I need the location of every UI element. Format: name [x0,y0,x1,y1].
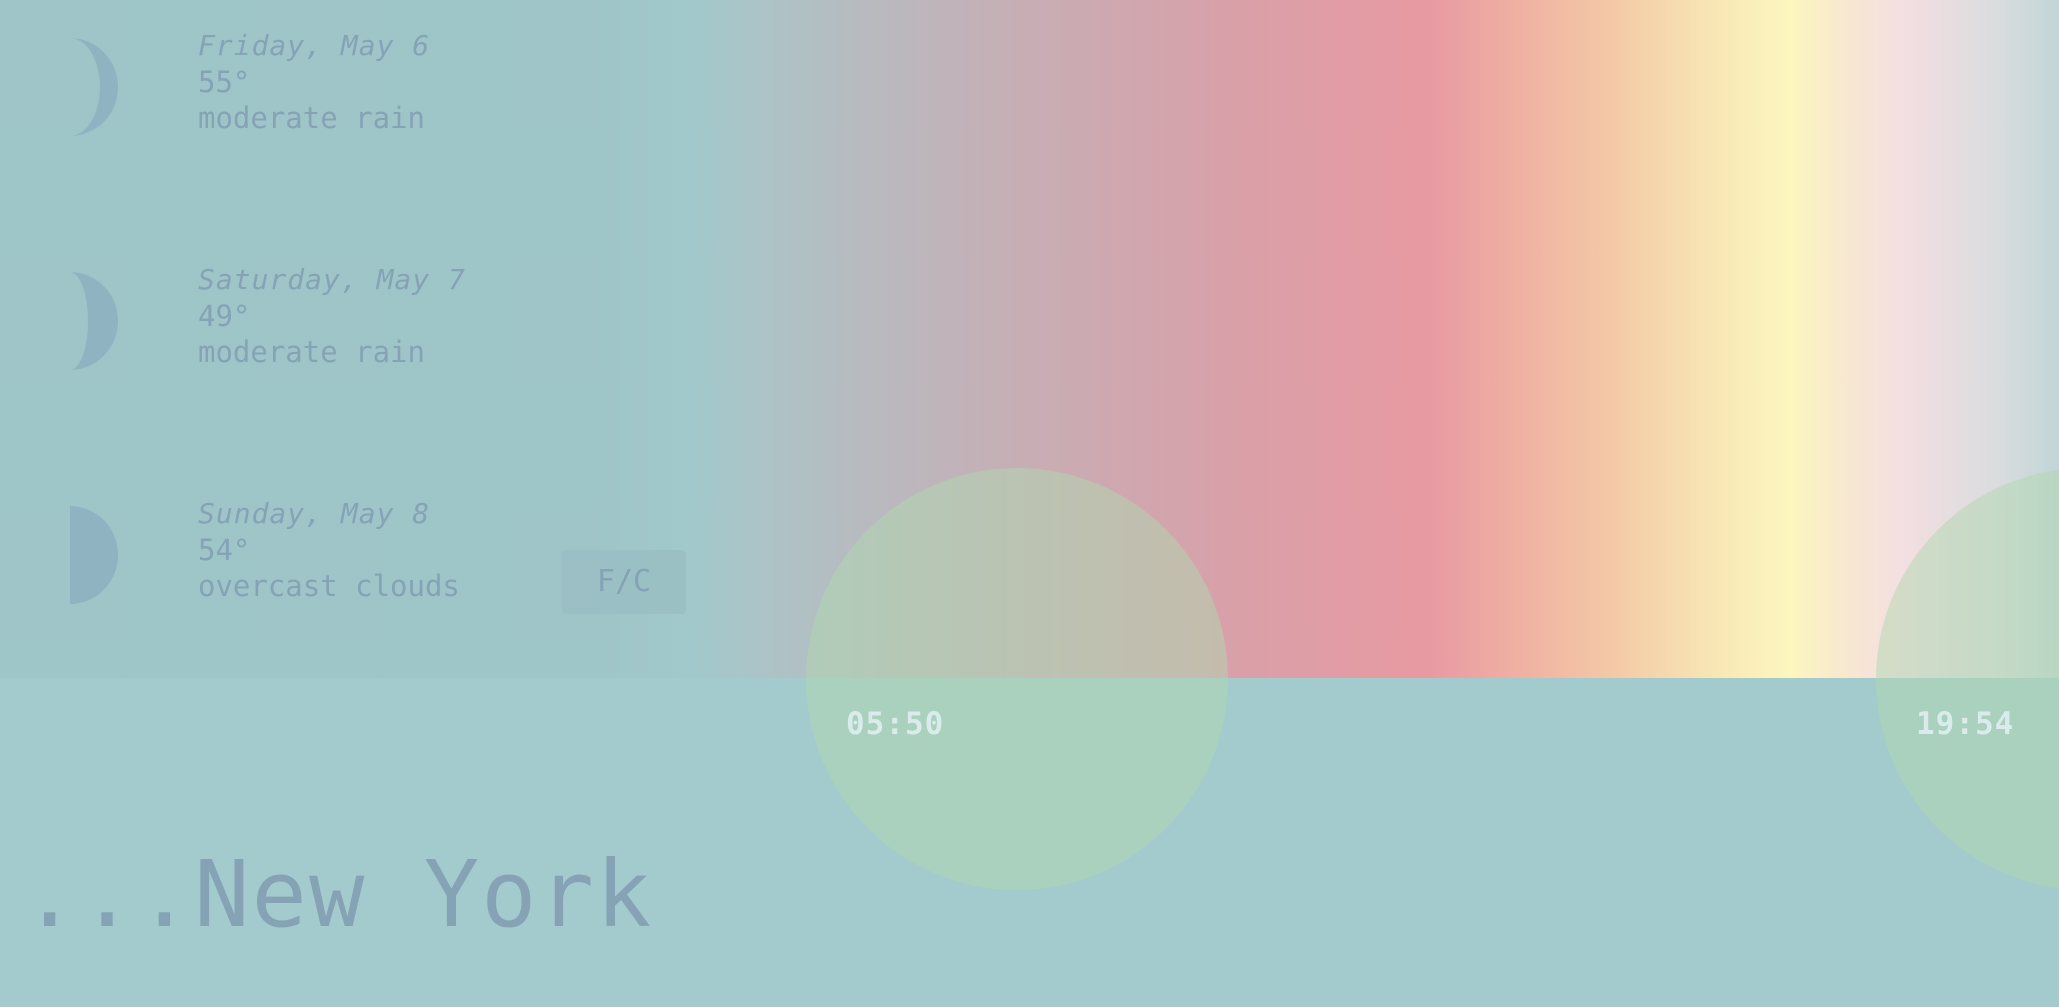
forecast-condition: moderate rain [198,101,425,135]
moon-half-icon [70,506,118,604]
forecast-date: Saturday, May 7 [198,263,466,296]
forecast-date: Friday, May 6 [198,29,431,62]
forecast-condition: overcast clouds [198,569,460,603]
location-title: ...New York [22,841,654,948]
forecast-condition: moderate rain [198,335,425,369]
weather-app: Friday, May 6 55° moderate rain Saturday… [0,0,2059,1007]
forecast-day-2: Saturday, May 7 49° moderate rain [0,262,700,402]
forecast-temp: 55° [198,65,251,99]
forecast-day-1: Friday, May 6 55° moderate rain [0,28,700,168]
sunrise-circle [806,468,1228,890]
moon-crescent-icon [70,272,118,370]
unit-toggle-button[interactable]: F/C [562,550,686,614]
forecast-temp: 54° [198,533,251,567]
sunset-time: 19:54 [1916,706,2015,742]
forecast-date: Sunday, May 8 [198,497,431,530]
forecast-temp: 49° [198,299,251,333]
moon-crescent-icon [70,38,118,136]
forecast-text: Sunday, May 8 54° overcast clouds [198,496,460,604]
forecast-text: Friday, May 6 55° moderate rain [198,28,430,136]
sunrise-time: 05:50 [846,706,945,742]
forecast-text: Saturday, May 7 49° moderate rain [198,262,466,370]
